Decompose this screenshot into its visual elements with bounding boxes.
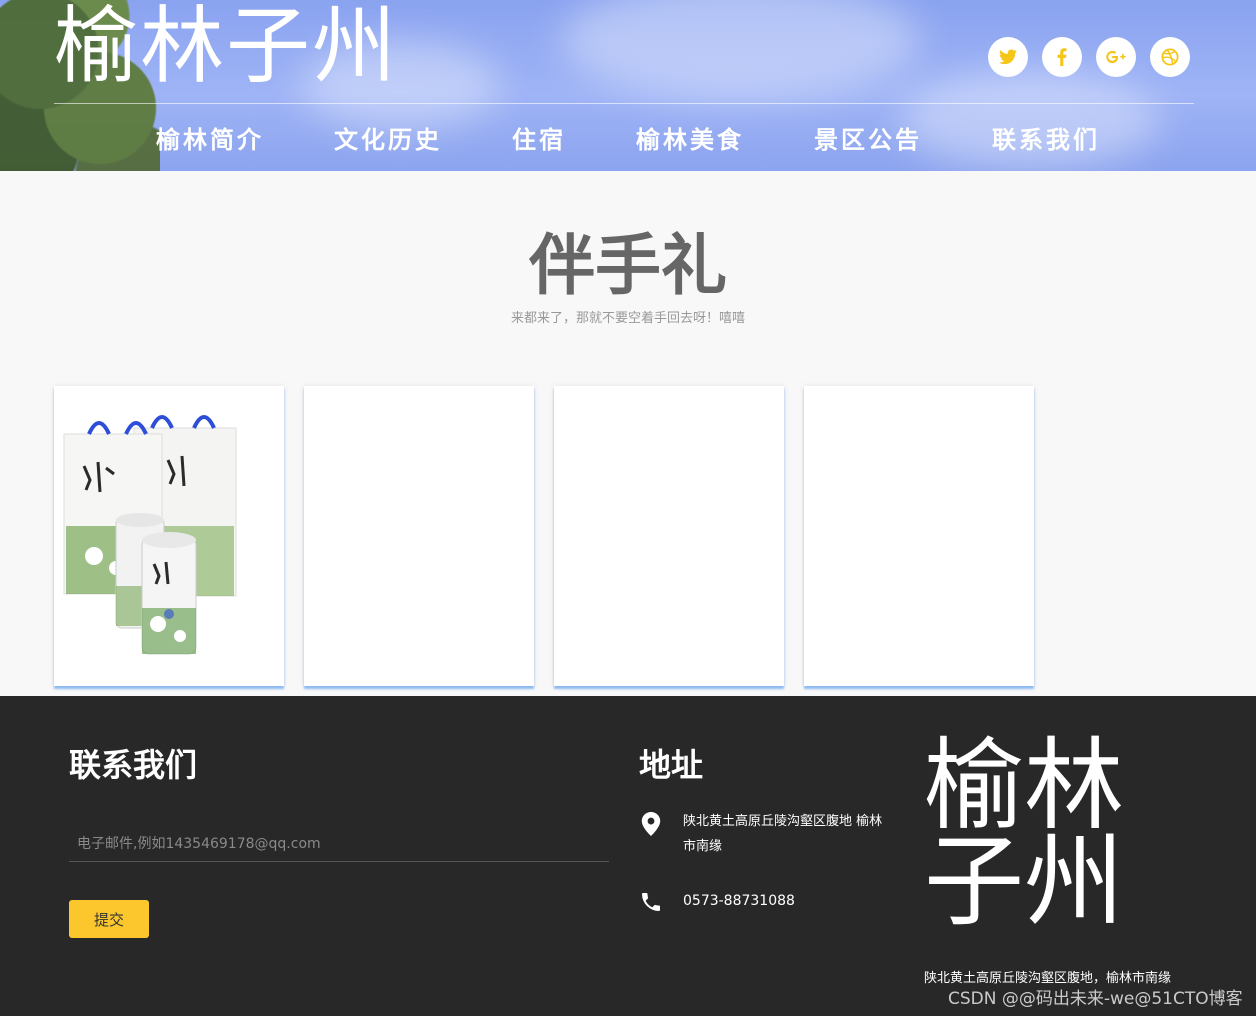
- footer-brand: 榆林子州: [924, 727, 1124, 940]
- gift-cards: [54, 386, 1034, 686]
- address-text: 陕北黄土高原丘陵沟壑区腹地 榆林市南缘: [683, 814, 883, 854]
- dribbble-icon[interactable]: [1150, 37, 1190, 77]
- nav-item-food[interactable]: 榆林美食: [636, 120, 744, 155]
- submit-button[interactable]: 提交: [69, 900, 149, 938]
- site-footer: 联系我们 提交 地址 陕北黄土高原丘陵沟壑区腹地 榆林市南缘 0573-8873…: [0, 696, 1256, 1016]
- gift-card[interactable]: [304, 386, 534, 686]
- site-header: 榆林子州 榆林简介 文化历史 住宿 榆林美食 景区公告 联系我们: [0, 0, 1256, 171]
- contact-title: 联系我们: [69, 746, 198, 784]
- nav-item-announcements[interactable]: 景区公告: [814, 120, 922, 155]
- social-links: [988, 37, 1190, 77]
- site-title[interactable]: 榆林子州: [54, 0, 398, 92]
- gift-card[interactable]: [54, 386, 284, 686]
- nav-item-contact[interactable]: 联系我们: [992, 120, 1100, 155]
- phone-icon: [639, 890, 663, 918]
- main-nav: 榆林简介 文化历史 住宿 榆林美食 景区公告 联系我们: [156, 120, 1170, 155]
- gift-card[interactable]: [804, 386, 1034, 686]
- google-plus-icon[interactable]: [1096, 37, 1136, 77]
- location-pin-icon: [641, 812, 661, 840]
- nav-item-culture-history[interactable]: 文化历史: [334, 120, 442, 155]
- address-title: 地址: [639, 746, 704, 784]
- watermark: CSDN @@码出未来-we@51CTO博客: [948, 989, 1243, 1009]
- email-field[interactable]: [69, 826, 609, 862]
- section-title: 伴手礼: [529, 227, 727, 304]
- nav-item-lodging[interactable]: 住宿: [512, 120, 566, 155]
- nav-item-intro[interactable]: 榆林简介: [156, 120, 264, 155]
- section-subtitle: 来都来了，那就不要空着手回去呀！嘻嘻: [510, 311, 745, 326]
- gift-product-image: [63, 415, 237, 655]
- facebook-icon[interactable]: [1042, 37, 1082, 77]
- phone-number: 0573-88731088: [683, 893, 795, 909]
- twitter-icon[interactable]: [988, 37, 1028, 77]
- header-divider: [54, 103, 1194, 104]
- gift-card[interactable]: [554, 386, 784, 686]
